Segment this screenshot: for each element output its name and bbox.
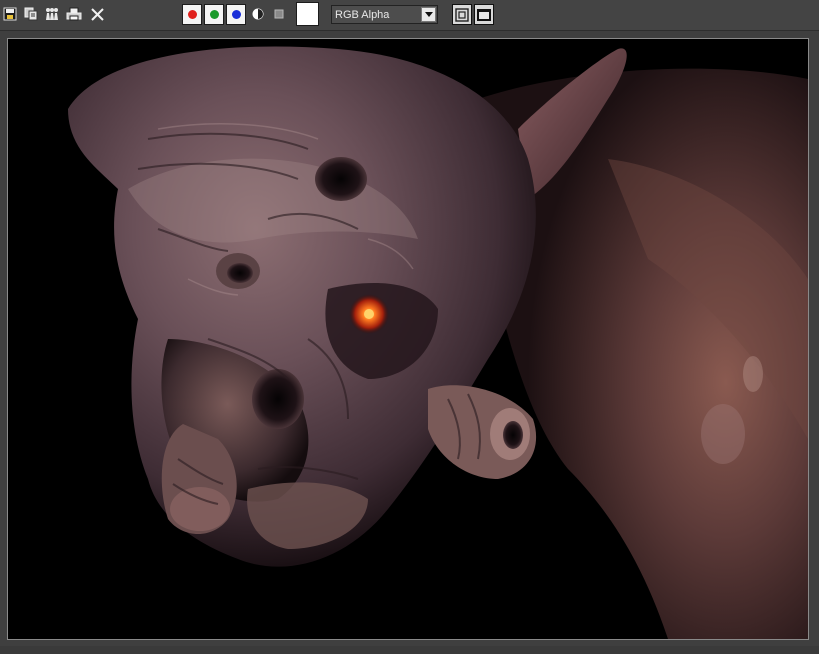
frame-window-icon — [477, 8, 491, 21]
clone-icon[interactable] — [44, 5, 60, 23]
alpha-channel-icon[interactable] — [250, 5, 266, 23]
clear-icon[interactable] — [89, 5, 105, 23]
blue-channel-icon — [231, 10, 241, 19]
chevron-down-icon — [421, 7, 436, 22]
toggle-ui-overlay-button[interactable] — [452, 4, 472, 25]
green-channel-icon — [209, 10, 219, 19]
save-icon[interactable] — [2, 5, 18, 23]
red-channel-icon — [187, 10, 197, 19]
copy-icon[interactable] — [23, 5, 39, 23]
channel-display-dropdown[interactable]: RGB Alpha — [331, 5, 438, 24]
monochrome-icon[interactable] — [271, 5, 287, 23]
channel-display-value: RGB Alpha — [335, 9, 390, 21]
print-icon[interactable] — [66, 5, 82, 23]
render-frame-toolbar: RGB Alpha — [0, 0, 819, 31]
overlay-icon — [455, 7, 469, 22]
creature-render-image — [8, 39, 808, 639]
display-frame-button[interactable] — [474, 4, 494, 25]
red-channel-button[interactable] — [182, 4, 202, 25]
status-strip — [0, 646, 819, 654]
color-swatch[interactable] — [296, 2, 319, 26]
green-channel-button[interactable] — [204, 4, 224, 25]
render-viewport — [7, 38, 809, 640]
blue-channel-button[interactable] — [226, 4, 246, 25]
